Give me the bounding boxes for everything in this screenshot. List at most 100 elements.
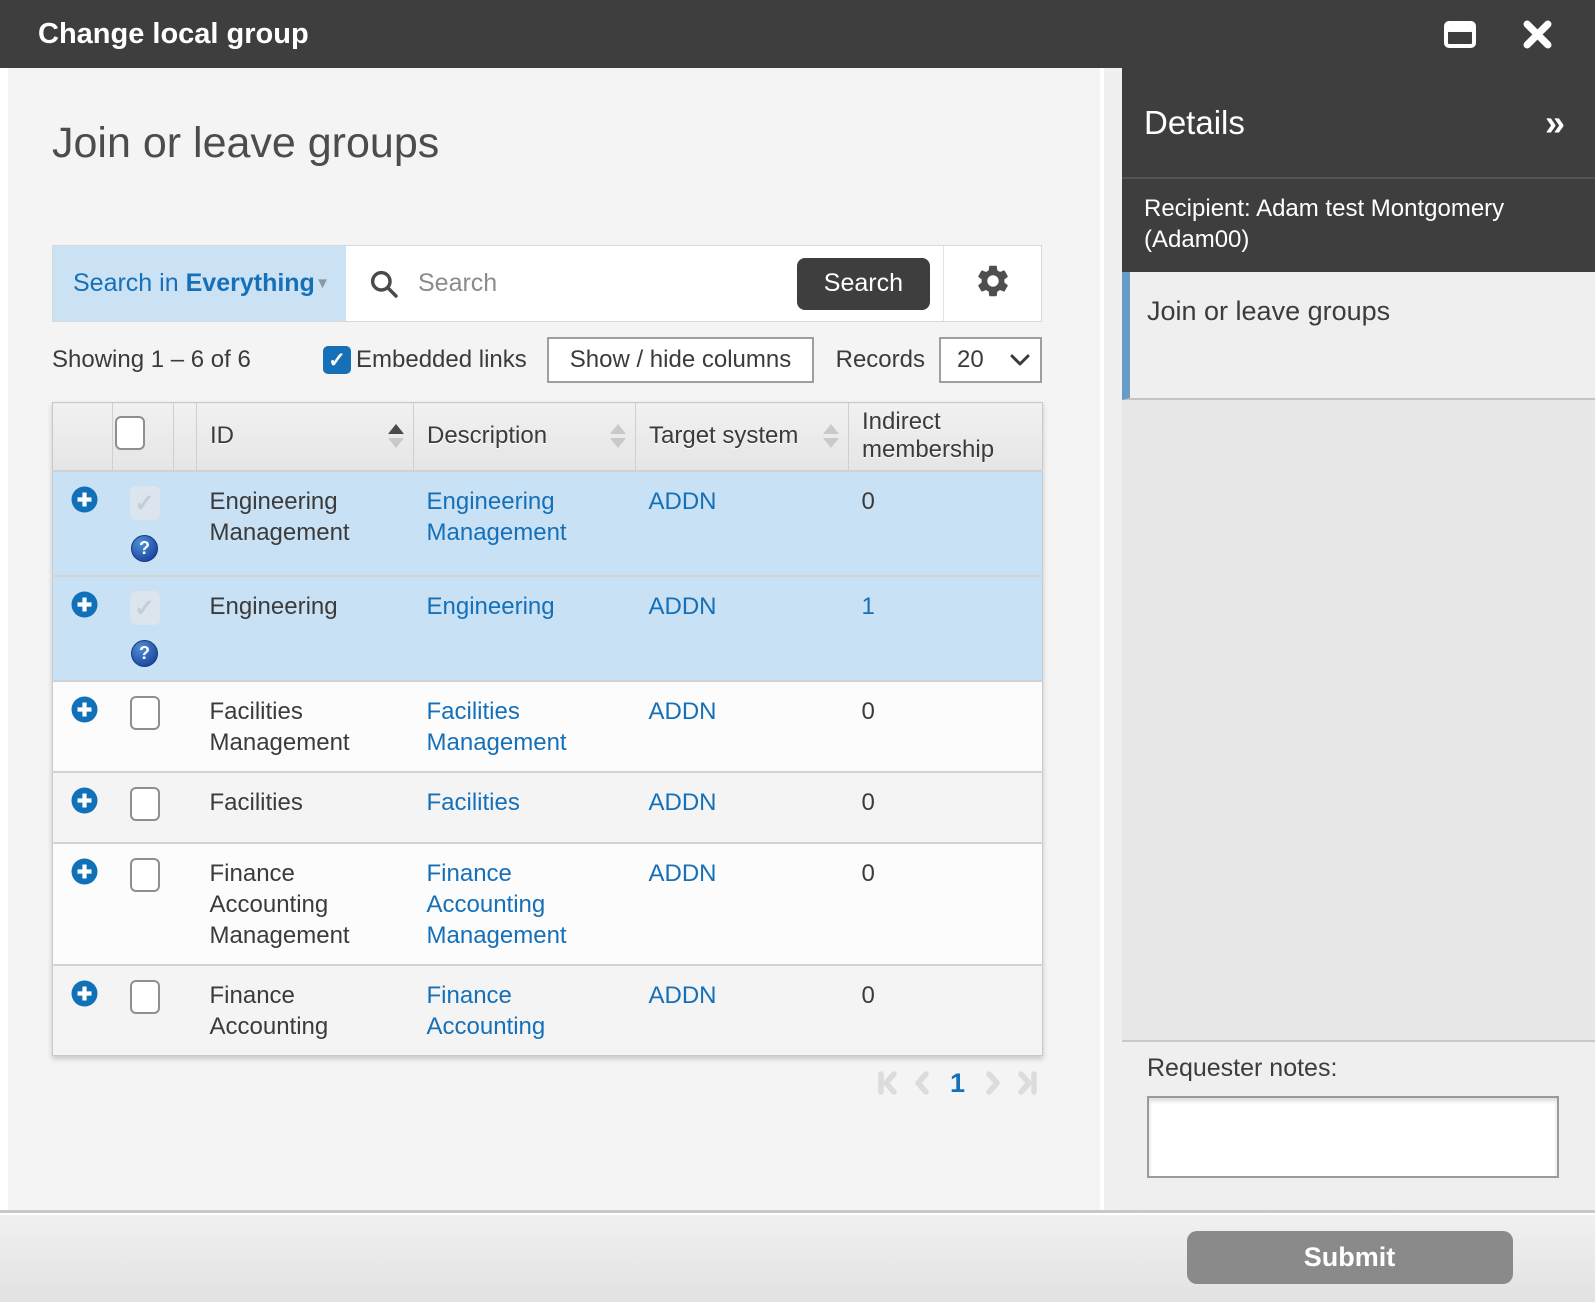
list-controls: Showing 1 – 6 of 6 ✓ Embedded links Show… — [52, 337, 1042, 383]
cell-indirect-membership: 0 — [848, 770, 1043, 843]
page-number[interactable]: 1 — [950, 1068, 965, 1099]
change-local-group-dialog: Change local group Join or leave groups … — [0, 0, 1595, 1302]
cell-id: Finance Accounting Management — [196, 841, 414, 965]
search-button[interactable]: Search — [796, 257, 930, 310]
row-checkbox[interactable] — [129, 786, 160, 821]
sort-icon — [388, 424, 404, 449]
description-link[interactable]: Facilities Management — [427, 698, 567, 756]
expand-row-icon[interactable] — [71, 787, 98, 820]
embedded-links-label: Embedded links — [356, 346, 527, 373]
cell-indirect-membership: 0 — [848, 679, 1043, 772]
next-page-icon — [980, 1068, 1006, 1098]
groups-table: ID Description Target system Indirect me… — [52, 402, 1043, 1056]
requester-notes-input[interactable] — [1147, 1096, 1559, 1178]
recipient-info: Recipient: Adam test Montgomery (Adam00) — [1122, 177, 1595, 272]
showing-count: Showing 1 – 6 of 6 — [52, 346, 251, 373]
expand-row-icon[interactable] — [71, 591, 98, 624]
target-system-link[interactable]: ADDN — [649, 488, 717, 515]
cell-id: Facilities — [196, 770, 414, 843]
table-row[interactable]: ? Engineering Management Engineering Man… — [52, 469, 1043, 576]
header-expand-column — [52, 402, 113, 471]
row-checkbox[interactable] — [129, 979, 160, 1014]
chevron-down-icon: ▼ — [315, 275, 330, 292]
header-select-all[interactable] — [112, 402, 174, 471]
expand-row-icon[interactable] — [71, 858, 98, 891]
row-checkbox[interactable] — [129, 857, 160, 892]
records-label: Records — [835, 346, 925, 373]
pagination: 1 — [52, 1068, 1042, 1099]
indirect-membership-link[interactable]: 1 — [862, 593, 875, 620]
workflow-step-join-or-leave-groups[interactable]: Join or leave groups — [1122, 272, 1595, 400]
details-panel-body — [1122, 400, 1595, 1040]
help-icon[interactable]: ? — [131, 534, 158, 562]
expand-row-icon[interactable] — [71, 486, 98, 519]
description-link[interactable]: Finance Accounting Management — [427, 860, 567, 949]
column-header-indirect-membership[interactable]: Indirect membership — [848, 402, 1043, 471]
search-input[interactable] — [416, 268, 797, 299]
show-hide-columns-button[interactable]: Show / hide columns — [546, 337, 815, 383]
target-system-link[interactable]: ADDN — [649, 593, 717, 620]
row-checkbox[interactable] — [129, 695, 160, 730]
details-title: Details — [1144, 103, 1245, 141]
titlebar: Change local group — [0, 0, 1595, 68]
select-all-checkbox[interactable] — [115, 415, 145, 450]
search-scope-value: Everything — [185, 269, 315, 297]
cell-id: Engineering Management — [196, 469, 414, 576]
maximize-icon[interactable] — [1444, 20, 1476, 48]
footer-spacer — [0, 1213, 1104, 1302]
description-link[interactable]: Engineering Management — [427, 488, 567, 546]
row-checkbox — [129, 485, 160, 520]
chevron-down-icon — [1010, 354, 1030, 366]
table-row[interactable]: Facilities Management Facilities Managem… — [52, 679, 1043, 772]
collapse-panel-icon[interactable]: » — [1545, 104, 1565, 141]
records-value: 20 — [957, 346, 984, 373]
previous-page-icon — [909, 1068, 935, 1098]
window-title: Change local group — [38, 17, 309, 50]
cell-id: Engineering — [196, 574, 414, 681]
table-row[interactable]: ? Engineering Engineering ADDN 1 — [52, 574, 1043, 681]
expand-row-icon[interactable] — [71, 696, 98, 729]
table-header-row: ID Description Target system Indirect me… — [52, 402, 1043, 471]
target-system-link[interactable]: ADDN — [649, 982, 717, 1009]
page-title: Join or leave groups — [52, 119, 440, 167]
table-row[interactable]: Finance Accounting Finance Accounting AD… — [52, 963, 1043, 1055]
help-icon[interactable]: ? — [131, 639, 158, 667]
column-header-target-system[interactable]: Target system — [635, 402, 849, 471]
cell-id: Facilities Management — [196, 679, 414, 772]
cell-indirect-membership: 0 — [848, 963, 1043, 1055]
details-panel: Details » Recipient: Adam test Montgomer… — [1104, 68, 1595, 1210]
checkbox-checked-icon: ✓ — [323, 346, 351, 374]
cell-indirect-membership: 0 — [848, 469, 1043, 576]
table-row[interactable]: Facilities Facilities ADDN 0 — [52, 770, 1043, 843]
requester-notes-label: Requester notes: — [1147, 1054, 1338, 1082]
dialog-footer: Submit — [0, 1210, 1595, 1302]
description-link[interactable]: Engineering — [427, 593, 555, 620]
search-bar: Search in Everything ▼ Search — [52, 245, 1042, 322]
search-scope-prefix: Search in — [73, 269, 179, 297]
column-header-description[interactable]: Description — [413, 402, 636, 471]
description-link[interactable]: Finance Accounting — [427, 982, 546, 1040]
column-header-id[interactable]: ID — [196, 402, 414, 471]
requester-notes-section: Requester notes: — [1122, 1040, 1595, 1210]
main-area: Join or leave groups Search in Everythin… — [0, 68, 1104, 1210]
expand-row-icon[interactable] — [71, 980, 98, 1013]
cell-indirect-membership: 0 — [848, 841, 1043, 965]
target-system-link[interactable]: ADDN — [649, 698, 717, 725]
search-settings-button[interactable] — [943, 246, 1041, 321]
sort-icon — [823, 424, 839, 449]
header-spacer-column — [173, 402, 197, 471]
description-link[interactable]: Facilities — [427, 789, 520, 816]
row-checkbox — [129, 590, 160, 625]
gear-icon — [974, 262, 1012, 305]
embedded-links-checkbox[interactable]: ✓ Embedded links — [323, 346, 527, 374]
records-select[interactable]: 20 — [939, 337, 1042, 383]
close-icon[interactable] — [1522, 19, 1553, 50]
details-panel-header: Details » — [1122, 68, 1595, 177]
cell-id: Finance Accounting — [196, 963, 414, 1055]
table-row[interactable]: Finance Accounting Management Finance Ac… — [52, 841, 1043, 965]
search-scope-dropdown[interactable]: Search in Everything ▼ — [53, 246, 346, 321]
target-system-link[interactable]: ADDN — [649, 789, 717, 816]
sort-icon — [610, 424, 626, 449]
target-system-link[interactable]: ADDN — [649, 860, 717, 887]
submit-button[interactable]: Submit — [1186, 1231, 1513, 1284]
